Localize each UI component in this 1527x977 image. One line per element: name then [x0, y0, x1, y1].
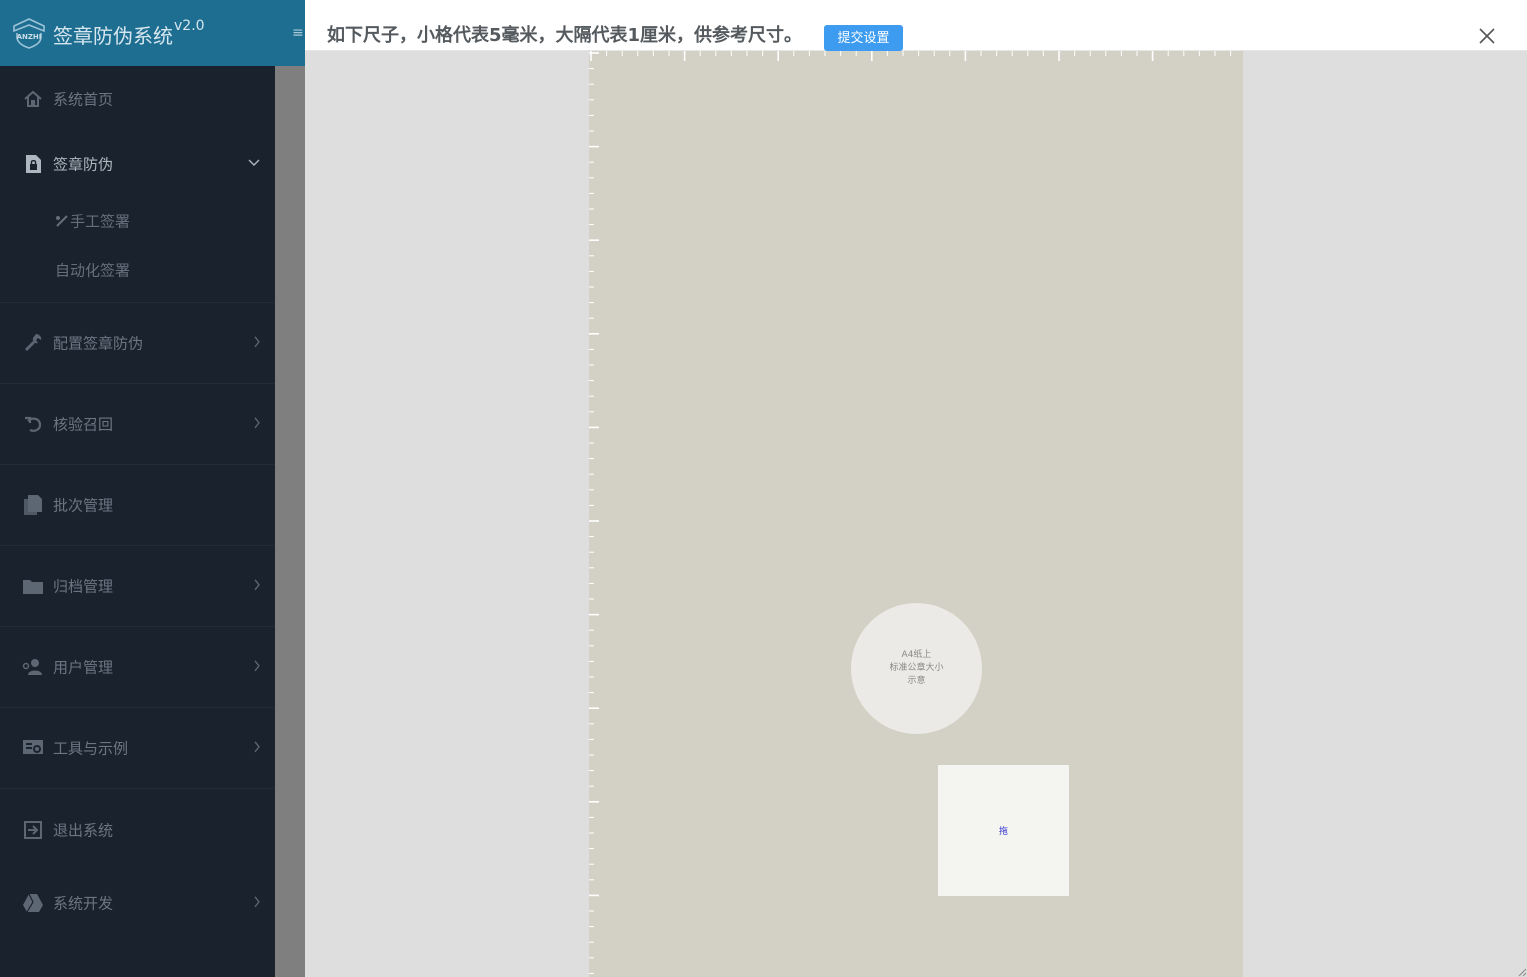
sidebar-item-label: 退出系统	[53, 821, 114, 839]
chevron-right-icon	[254, 579, 260, 591]
standard-seal-sample: A4纸上 标准公章大小 示意	[851, 603, 982, 734]
sidebar-subitem-label: 手工签署	[70, 212, 131, 230]
sidebar-item-label: 系统开发	[53, 894, 114, 912]
sidebar-item-label: 签章防伪	[53, 155, 114, 173]
modal-header: 如下尺子，小格代表5毫米，大隔代表1厘米，供参考尺寸。 提交设置	[305, 0, 1527, 51]
sidebar-item-archive-management[interactable]: 归档管理	[0, 546, 275, 627]
seal-sample-line: A4纸上	[901, 650, 932, 660]
ruler-vertical	[589, 52, 599, 974]
sidebar-item-logout[interactable]: 退出系统	[0, 789, 275, 870]
sign-pen-icon	[56, 214, 68, 227]
users-icon	[22, 659, 42, 675]
logout-icon	[24, 820, 42, 839]
sidebar-subitem-label: 自动化签署	[55, 261, 131, 279]
drag-label: 拖	[998, 827, 1008, 837]
close-icon[interactable]	[1477, 26, 1497, 46]
chevron-right-icon	[254, 741, 260, 753]
sidebar-item-home[interactable]: 系统首页	[0, 66, 275, 131]
seal-sample-line: 标准公章大小	[889, 663, 944, 673]
sidebar-item-label: 批次管理	[53, 496, 114, 515]
sidebar-item-batch-management[interactable]: 批次管理	[0, 465, 275, 546]
seal-sample-line: 示意	[907, 676, 926, 686]
drive-icon	[23, 893, 43, 912]
chevron-right-icon	[254, 660, 260, 672]
sidebar-item-label: 用户管理	[53, 658, 114, 677]
tools-icon	[23, 740, 43, 754]
sidebar-subitem-auto-sign[interactable]: 自动化签署	[0, 245, 275, 294]
anzhi-logo-icon: ANZHI	[13, 18, 45, 49]
dimmed-page-content	[275, 66, 305, 977]
chevron-right-icon	[254, 895, 260, 907]
sidebar-item-system-dev[interactable]: 系统开发	[0, 870, 275, 935]
resize-handle-icon[interactable]	[1517, 967, 1527, 977]
sidebar-item-config-seal[interactable]: 配置签章防伪	[0, 303, 275, 384]
sidebar-item-label: 工具与示例	[53, 739, 129, 758]
folder-icon	[23, 580, 43, 594]
sidebar: ANZHI 签章防伪系统 v2.0 ≡ 系统首页 签章防伪 手工签署 自动化签署…	[0, 0, 305, 977]
sidebar-item-seal-anticounterfeit[interactable]: 签章防伪	[0, 131, 275, 196]
sidebar-item-label: 系统首页	[53, 90, 114, 108]
home-icon	[24, 90, 42, 107]
file-lock-icon	[26, 154, 41, 173]
chevron-right-icon	[254, 417, 260, 429]
app-version: v2.0	[174, 18, 205, 34]
brand-header: ANZHI 签章防伪系统 v2.0	[0, 0, 305, 66]
chevron-right-icon	[254, 336, 260, 348]
logo-text: ANZHI	[17, 33, 42, 41]
sidebar-subitem-manual-sign[interactable]: 手工签署	[0, 196, 275, 245]
sidebar-item-verify-recall[interactable]: 核验召回	[0, 384, 275, 465]
submit-settings-button[interactable]: 提交设置	[824, 25, 903, 51]
ruler-horizontal	[590, 51, 1232, 61]
documents-icon	[24, 495, 42, 515]
submenu-seal-anticounterfeit: 手工签署 自动化签署	[0, 196, 275, 303]
draggable-seal-box[interactable]: 拖	[938, 765, 1069, 896]
wrench-icon	[25, 334, 42, 351]
sidebar-item-label: 核验召回	[53, 415, 114, 434]
a4-paper-canvas: A4纸上 标准公章大小 示意 拖	[589, 51, 1243, 977]
sidebar-item-user-management[interactable]: 用户管理	[0, 627, 275, 708]
sidebar-menu: 系统首页 签章防伪 手工签署 自动化签署 配置签章防伪 核验召回 批次管理 归档…	[0, 66, 275, 935]
menu-toggle-icon[interactable]: ≡	[292, 26, 305, 40]
undo-icon	[25, 416, 42, 432]
sidebar-item-label: 归档管理	[53, 577, 114, 596]
modal-title: 如下尺子，小格代表5毫米，大隔代表1厘米，供参考尺寸。	[327, 25, 803, 46]
sidebar-item-tools-examples[interactable]: 工具与示例	[0, 708, 275, 789]
app-title: 签章防伪系统	[53, 24, 173, 48]
ruler-settings-modal: 如下尺子，小格代表5毫米，大隔代表1厘米，供参考尺寸。 提交设置 A4纸上 标准…	[305, 0, 1527, 977]
sidebar-item-label: 配置签章防伪	[53, 334, 144, 353]
chevron-down-icon	[248, 159, 260, 166]
